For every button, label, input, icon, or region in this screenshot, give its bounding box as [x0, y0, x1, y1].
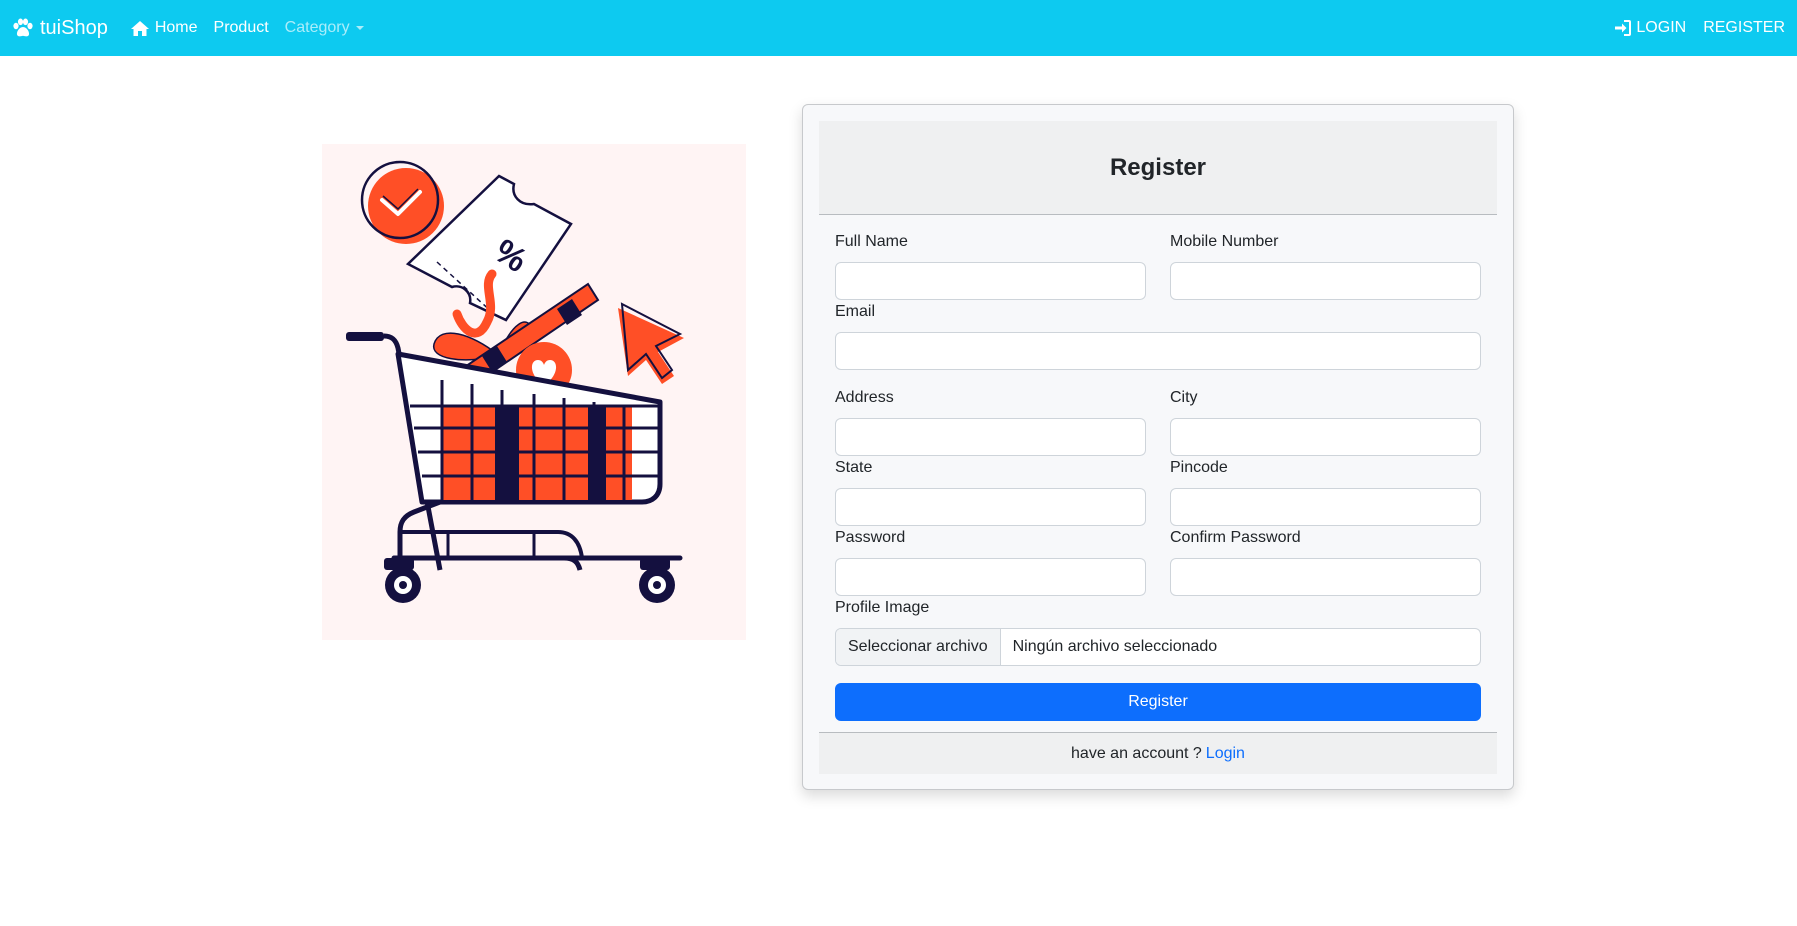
profile-image-file-input[interactable]: Seleccionar archivo Ningún archivo selec…: [835, 628, 1481, 666]
nav-home[interactable]: Home: [130, 19, 198, 37]
login-link[interactable]: Login: [1206, 745, 1245, 763]
address-label: Address: [835, 389, 894, 406]
state-label: State: [835, 459, 873, 476]
footer-text: have an account ?: [1071, 744, 1202, 762]
paw-icon: [13, 18, 33, 37]
password-label: Password: [835, 529, 906, 546]
home-icon: [130, 20, 149, 36]
nav-register[interactable]: REGISTER: [1703, 19, 1785, 37]
brand-link[interactable]: tuiShop: [12, 17, 108, 40]
navbar: tuiShop Home Product Category LOGIN REGI…: [0, 0, 1797, 56]
password-input[interactable]: [835, 558, 1146, 596]
full-name-input[interactable]: [835, 262, 1146, 300]
cursor-arrow-icon: [618, 302, 684, 384]
check-badge-icon: [360, 160, 444, 244]
city-input[interactable]: [1170, 418, 1481, 456]
nav-product[interactable]: Product: [214, 19, 269, 37]
register-title: Register: [1109, 153, 1207, 181]
brand-name: tuiShop: [40, 16, 108, 39]
nav-category-label: Category: [284, 19, 350, 36]
nav-home-label: Home: [154, 19, 198, 36]
pincode-input[interactable]: [1170, 488, 1481, 526]
nav-category-dropdown[interactable]: Category: [285, 19, 364, 37]
card-header: Register: [819, 121, 1497, 215]
full-name-label: Full Name: [835, 233, 908, 250]
nav-right: LOGIN REGISTER: [1597, 19, 1785, 37]
profile-image-label: Profile Image: [835, 599, 930, 616]
address-input[interactable]: [835, 418, 1146, 456]
state-input[interactable]: [835, 488, 1146, 526]
mobile-number-label: Mobile Number: [1170, 233, 1279, 250]
file-select-button[interactable]: Seleccionar archivo: [836, 629, 1001, 665]
sign-in-icon: [1615, 20, 1632, 36]
shopping-illustration: %: [322, 144, 746, 640]
caret-down-icon: [355, 26, 364, 30]
register-card: Register Full Name Mobile Number Email A…: [802, 104, 1514, 790]
confirm-password-input[interactable]: [1170, 558, 1481, 596]
card-footer: have an account ? Login: [819, 732, 1497, 774]
pincode-label: Pincode: [1170, 459, 1228, 476]
city-label: City: [1170, 389, 1198, 406]
email-input[interactable]: [835, 332, 1481, 370]
nav-login[interactable]: LOGIN: [1614, 19, 1686, 37]
confirm-password-label: Confirm Password: [1170, 529, 1301, 546]
nav-login-label: LOGIN: [1636, 19, 1687, 36]
register-submit-button[interactable]: Register: [835, 683, 1481, 721]
email-label: Email: [835, 303, 876, 320]
file-status-text: Ningún archivo seleccionado: [1012, 638, 1218, 655]
mobile-number-input[interactable]: [1170, 262, 1481, 300]
